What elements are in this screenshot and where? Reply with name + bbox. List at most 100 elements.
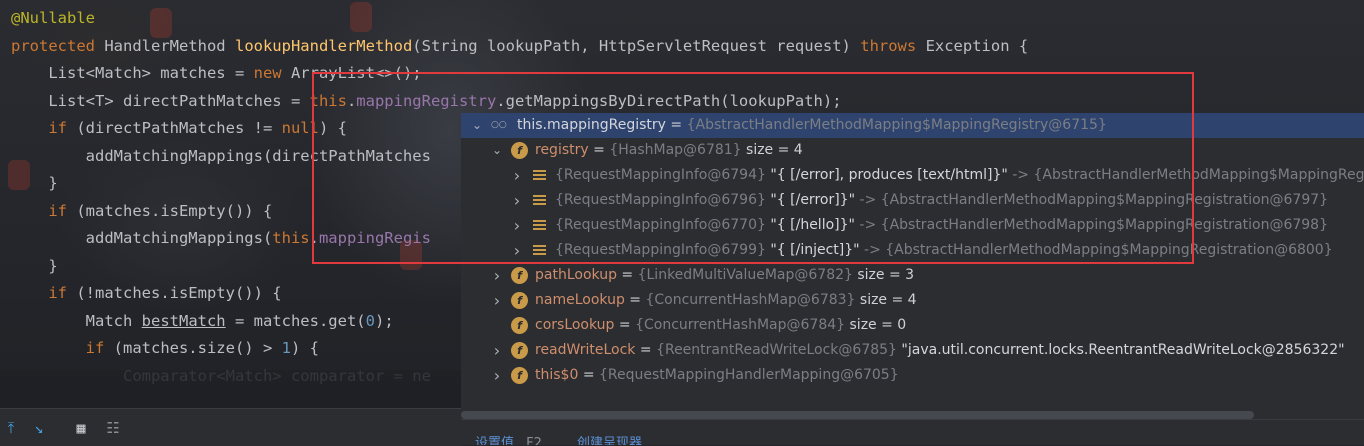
code-token: null [281,119,319,137]
set-value-shortcut: F2 [526,436,542,445]
chevron-right-icon[interactable]: › [489,338,505,363]
variable-name: nameLookup [535,292,625,308]
equals-sign: = [616,267,638,283]
tree-row[interactable]: › {RequestMappingInfo@6796} "{ [/error]}"… [461,188,1364,213]
chevron-right-icon[interactable]: › [489,263,505,288]
tree-row[interactable]: › {RequestMappingInfo@6794} "{ [/error], … [461,163,1364,188]
tree-row[interactable]: f corsLookup = {ConcurrentHashMap@6784} s… [461,313,1364,338]
chevron-down-icon[interactable]: ⌄ [469,113,485,138]
size-info: size = 3 [852,267,915,283]
string-value: "{ [/inject]}" [765,242,860,258]
code-token: Exception { [925,36,1029,55]
code-token: } [11,256,58,275]
code-token: throws [860,36,926,55]
field-icon: f [511,367,528,384]
tree-row[interactable]: › f this$0 = {RequestMappingHandlerMapping… [461,363,1364,388]
step-into-icon[interactable]: ↘ [28,417,50,439]
chevron-right-icon[interactable]: › [489,363,505,388]
code-token: this [309,91,347,110]
code-line: if (directPathMatches != null) { [11,115,347,142]
object-type: {RequestMappingInfo@6794} [555,167,766,183]
code-token: 1 [281,339,291,357]
variable-name: readWriteLock [535,342,636,358]
equals-sign: = [624,292,646,308]
mapping-target: {AbstractHandlerMethodMapping$MappingReg… [880,217,1328,233]
field-icon: f [511,292,528,309]
code-token: new [253,64,291,82]
tree-row[interactable]: › f readWriteLock = {ReentrantReadWriteLoc… [461,338,1364,363]
tree-row-text: pathLookup = {LinkedMultiValueMap@6782} … [535,263,914,288]
code-token: (directPathMatches != [76,119,282,137]
string-value: "java.util.concurrent.locks.ReentrantRea… [896,342,1345,358]
map-entry-icon [533,245,546,256]
object-type: {AbstractHandlerMethodMapping$MappingReg… [686,117,1107,133]
code-token: mappingRegistry [356,91,497,110]
code-token: protected [11,36,105,55]
tree-row[interactable]: › f pathLookup = {LinkedMultiValueMap@6782… [461,263,1364,288]
code-line: if (matches.isEmpty()) { [11,198,272,225]
mapping-arrow: -> [1007,167,1034,183]
chevron-right-icon[interactable]: › [509,213,525,238]
code-line: } [11,253,58,280]
threads-icon[interactable]: ☷ [102,417,124,439]
map-entry-icon [533,195,546,206]
code-line: if (matches.size() > 1) { [11,335,319,362]
step-over-icon[interactable]: ⤒ [0,417,22,439]
size-info: size = 4 [855,292,917,308]
object-type: {HashMap@6781} [609,142,742,158]
field-icon: f [511,267,528,284]
code-token: (String lookupPath, HttpServletRequest r… [412,36,861,55]
code-token: List<T> directPathMatches = [11,91,310,110]
create-renderer-link[interactable]: 创建呈现器 [577,432,642,445]
variable-name: this$0 [535,367,579,383]
tree-row-text: {RequestMappingInfo@6794} "{ [/error], p… [555,163,1364,188]
string-value: "{ [/hello]}" [765,217,855,233]
chevron-down-icon[interactable]: ⌄ [489,138,505,163]
tree-row[interactable]: › {RequestMappingInfo@6799} "{ [/inject]}… [461,238,1364,263]
chevron-right-icon[interactable]: › [509,163,525,188]
field-icon: f [511,342,528,359]
equals-sign: = [578,367,600,383]
tree-row-selected[interactable]: ⌄ ○○ this.mappingRegistry = {AbstractHandl… [461,113,1364,138]
tree-row[interactable]: ⌄ f registry = {HashMap@6781} size = 4 [461,138,1364,163]
tree-row[interactable]: › {RequestMappingInfo@6770} "{ [/hello]}"… [461,213,1364,238]
code-token: Match [11,311,142,330]
code-token: lookupHandlerMethod [234,36,413,55]
set-value-link[interactable]: 设置值 F2 [475,432,542,445]
object-type: {LinkedMultiValueMap@6782} [637,267,853,283]
tree-row[interactable]: › f nameLookup = {ConcurrentHashMap@6783} … [461,288,1364,313]
code-token: @Nullable [11,9,95,27]
object-type: {RequestMappingInfo@6796} [555,192,766,208]
size-info: size = 4 [741,142,803,158]
tree-row-text: this.mappingRegistry = {AbstractHandlerM… [517,113,1107,138]
equals-sign: = [588,142,610,158]
code-token: addMatchingMappings( [11,229,273,247]
string-value: "{ [/error]}" [765,192,856,208]
horizontal-scrollbar[interactable] [461,411,1254,419]
mapping-target: {AbstractHandlerMethodMapping$MappingReg… [880,192,1329,208]
variable-name: corsLookup [535,317,615,333]
code-token: ArrayList<>(); [290,64,422,82]
code-token: . [309,229,319,247]
tree-row-text: corsLookup = {ConcurrentHashMap@6784} si… [535,313,906,338]
tree-row-text: this$0 = {RequestMappingHandlerMapping@6… [535,363,899,388]
chevron-right-icon[interactable]: › [489,288,505,313]
object-type: {ReentrantReadWriteLock@6785} [656,342,897,358]
code-token: if [48,284,77,302]
chevron-right-icon[interactable]: › [509,238,525,263]
map-entry-icon [533,170,546,181]
code-line: addMatchingMappings(this.mappingRegis [11,225,431,252]
variable-name: pathLookup [535,267,617,283]
mapping-arrow: -> [859,242,886,258]
code-token: 0 [365,311,375,330]
code-token: (!matches.isEmpty()) { [76,284,282,302]
object-type: {ConcurrentHashMap@6784} [635,317,846,333]
equals-sign: = [665,117,687,133]
chevron-right-icon[interactable]: › [509,188,525,213]
tree-row-text: {RequestMappingInfo@6770} "{ [/hello]}" … [555,213,1328,238]
tree-row-text: {RequestMappingInfo@6796} "{ [/error]}" … [555,188,1328,213]
set-value-label: 设置值 [475,436,515,445]
evaluate-grid-icon[interactable]: ▦ [70,417,92,439]
